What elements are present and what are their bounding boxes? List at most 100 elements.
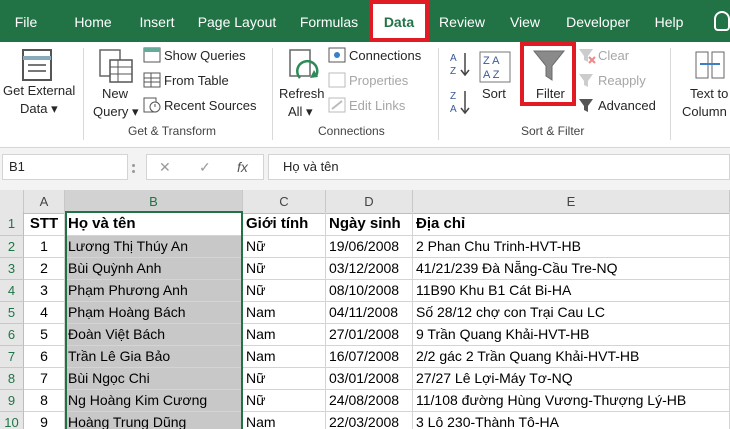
connections-button[interactable]: Connections bbox=[349, 48, 421, 63]
name-box[interactable]: B1 bbox=[2, 154, 128, 180]
row-header-6[interactable]: 6 bbox=[0, 324, 24, 346]
cell-dob[interactable]: 24/08/2008 bbox=[326, 390, 413, 412]
cell-dob[interactable]: 03/12/2008 bbox=[326, 258, 413, 280]
cell-stt[interactable]: 4 bbox=[24, 302, 65, 324]
get-external-data-button[interactable]: Get External bbox=[3, 83, 75, 98]
cell-gender[interactable]: Nữ bbox=[243, 368, 326, 390]
cell-stt[interactable]: 3 bbox=[24, 280, 65, 302]
cell-address[interactable]: 3 Lô 230-Thành Tô-HA bbox=[413, 412, 730, 429]
cell-name[interactable]: Trần Lê Gia Bảo bbox=[65, 346, 243, 368]
header-cell-stt[interactable]: STT bbox=[24, 212, 65, 236]
column-header-c[interactable]: C bbox=[243, 190, 326, 214]
cell-dob[interactable]: 04/11/2008 bbox=[326, 302, 413, 324]
header-cell-dob[interactable]: Ngày sinh bbox=[326, 212, 413, 236]
cell-gender[interactable]: Nữ bbox=[243, 280, 326, 302]
cell-address[interactable]: 9 Trần Quang Khải-HVT-HB bbox=[413, 324, 730, 346]
cell-gender[interactable]: Nữ bbox=[243, 390, 326, 412]
tab-review[interactable]: Review bbox=[434, 0, 490, 42]
tab-formulas[interactable]: Formulas bbox=[292, 0, 366, 42]
formula-bar-grip[interactable] bbox=[132, 170, 135, 173]
tab-insert[interactable]: Insert bbox=[128, 0, 186, 42]
cell-dob[interactable]: 16/07/2008 bbox=[326, 346, 413, 368]
cell-name[interactable]: Bùi Quỳnh Anh bbox=[65, 258, 243, 280]
formula-input[interactable]: Họ và tên bbox=[268, 154, 730, 180]
cell-name[interactable]: Bùi Ngọc Chi bbox=[65, 368, 243, 390]
cell-gender[interactable]: Nam bbox=[243, 302, 326, 324]
column-header-a[interactable]: A bbox=[24, 190, 65, 214]
header-cell-name[interactable]: Họ và tên bbox=[65, 212, 243, 236]
reapply-button[interactable]: Reapply bbox=[598, 73, 646, 88]
row-header-5[interactable]: 5 bbox=[0, 302, 24, 324]
header-cell-address[interactable]: Địa chỉ bbox=[413, 212, 730, 236]
cell-gender[interactable]: Nam bbox=[243, 412, 326, 429]
cell-address[interactable]: 11B90 Khu B1 Cát Bi-HA bbox=[413, 280, 730, 302]
get-external-data-dropdown[interactable]: Data ▾ bbox=[20, 101, 58, 117]
column-header-e[interactable]: E bbox=[413, 190, 730, 214]
row-header-8[interactable]: 8 bbox=[0, 368, 24, 390]
cell-address[interactable]: 41/21/239 Đà Nẵng-Cầu Tre-NQ bbox=[413, 258, 730, 280]
cell-address[interactable]: 27/27 Lê Lợi-Máy Tơ-NQ bbox=[413, 368, 730, 390]
column-header-d[interactable]: D bbox=[326, 190, 413, 214]
cell-name[interactable]: Đoàn Việt Bách bbox=[65, 324, 243, 346]
edit-links-button[interactable]: Edit Links bbox=[349, 98, 405, 113]
insert-function-icon[interactable]: fx bbox=[237, 159, 248, 175]
cell-gender[interactable]: Nam bbox=[243, 324, 326, 346]
enter-icon[interactable]: ✓ bbox=[199, 159, 211, 176]
select-all-corner[interactable] bbox=[0, 190, 24, 214]
row-header-1[interactable]: 1 bbox=[0, 212, 24, 236]
cell-stt[interactable]: 6 bbox=[24, 346, 65, 368]
text-to-columns-button[interactable]: Text to bbox=[690, 86, 728, 101]
formula-bar-grip[interactable] bbox=[132, 164, 135, 167]
cell-dob[interactable]: 22/03/2008 bbox=[326, 412, 413, 429]
row-header-9[interactable]: 9 bbox=[0, 390, 24, 412]
tab-help[interactable]: Help bbox=[646, 0, 692, 42]
new-query-dropdown[interactable]: Query ▾ bbox=[93, 104, 139, 120]
refresh-all-button[interactable]: Refresh bbox=[279, 86, 325, 101]
from-table-button[interactable]: From Table bbox=[164, 73, 229, 88]
cell-name[interactable]: Hoàng Trung Dũng bbox=[65, 412, 243, 429]
cell-stt[interactable]: 5 bbox=[24, 324, 65, 346]
tab-view[interactable]: View bbox=[500, 0, 550, 42]
clear-button[interactable]: Clear bbox=[598, 48, 629, 63]
properties-button[interactable]: Properties bbox=[349, 73, 408, 88]
new-query-button[interactable]: New bbox=[102, 86, 128, 101]
cell-gender[interactable]: Nữ bbox=[243, 236, 326, 258]
text-to-columns-label[interactable]: Column bbox=[682, 104, 727, 119]
row-header-2[interactable]: 2 bbox=[0, 236, 24, 258]
tab-developer[interactable]: Developer bbox=[560, 0, 636, 42]
header-cell-gender[interactable]: Giới tính bbox=[243, 212, 326, 236]
cell-stt[interactable]: 1 bbox=[24, 236, 65, 258]
refresh-all-dropdown[interactable]: All ▾ bbox=[288, 104, 313, 120]
sort-button[interactable]: Sort bbox=[482, 86, 506, 101]
cell-name[interactable]: Lương Thị Thúy An bbox=[65, 236, 243, 258]
cell-gender[interactable]: Nữ bbox=[243, 258, 326, 280]
row-header-7[interactable]: 7 bbox=[0, 346, 24, 368]
show-queries-button[interactable]: Show Queries bbox=[164, 48, 246, 63]
cell-address[interactable]: 2/2 gác 2 Trần Quang Khải-HVT-HB bbox=[413, 346, 730, 368]
cell-stt[interactable]: 7 bbox=[24, 368, 65, 390]
recent-sources-button[interactable]: Recent Sources bbox=[164, 98, 257, 113]
cell-stt[interactable]: 2 bbox=[24, 258, 65, 280]
cell-dob[interactable]: 03/01/2008 bbox=[326, 368, 413, 390]
advanced-button[interactable]: Advanced bbox=[598, 98, 656, 113]
row-header-4[interactable]: 4 bbox=[0, 280, 24, 302]
tab-file[interactable]: File bbox=[0, 0, 52, 42]
cell-dob[interactable]: 19/06/2008 bbox=[326, 236, 413, 258]
row-header-10[interactable]: 10 bbox=[0, 412, 24, 429]
cell-stt[interactable]: 9 bbox=[24, 412, 65, 429]
tab-page-layout[interactable]: Page Layout bbox=[192, 0, 282, 42]
cell-gender[interactable]: Nam bbox=[243, 346, 326, 368]
cell-address[interactable]: 11/108 đường Hùng Vương-Thượng Lý-HB bbox=[413, 390, 730, 412]
row-header-3[interactable]: 3 bbox=[0, 258, 24, 280]
cancel-icon[interactable]: ✕ bbox=[159, 159, 171, 176]
cell-dob[interactable]: 08/10/2008 bbox=[326, 280, 413, 302]
tab-data[interactable]: Data bbox=[369, 0, 429, 42]
cell-dob[interactable]: 27/01/2008 bbox=[326, 324, 413, 346]
cell-stt[interactable]: 8 bbox=[24, 390, 65, 412]
tab-home[interactable]: Home bbox=[62, 0, 124, 42]
lightbulb-icon[interactable] bbox=[714, 11, 730, 31]
cell-name[interactable]: Phạm Phương Anh bbox=[65, 280, 243, 302]
cell-name[interactable]: Ng Hoàng Kim Cương bbox=[65, 390, 243, 412]
cell-address[interactable]: 2 Phan Chu Trinh-HVT-HB bbox=[413, 236, 730, 258]
cell-address[interactable]: Số 28/12 chợ con Trại Cau LC bbox=[413, 302, 730, 324]
